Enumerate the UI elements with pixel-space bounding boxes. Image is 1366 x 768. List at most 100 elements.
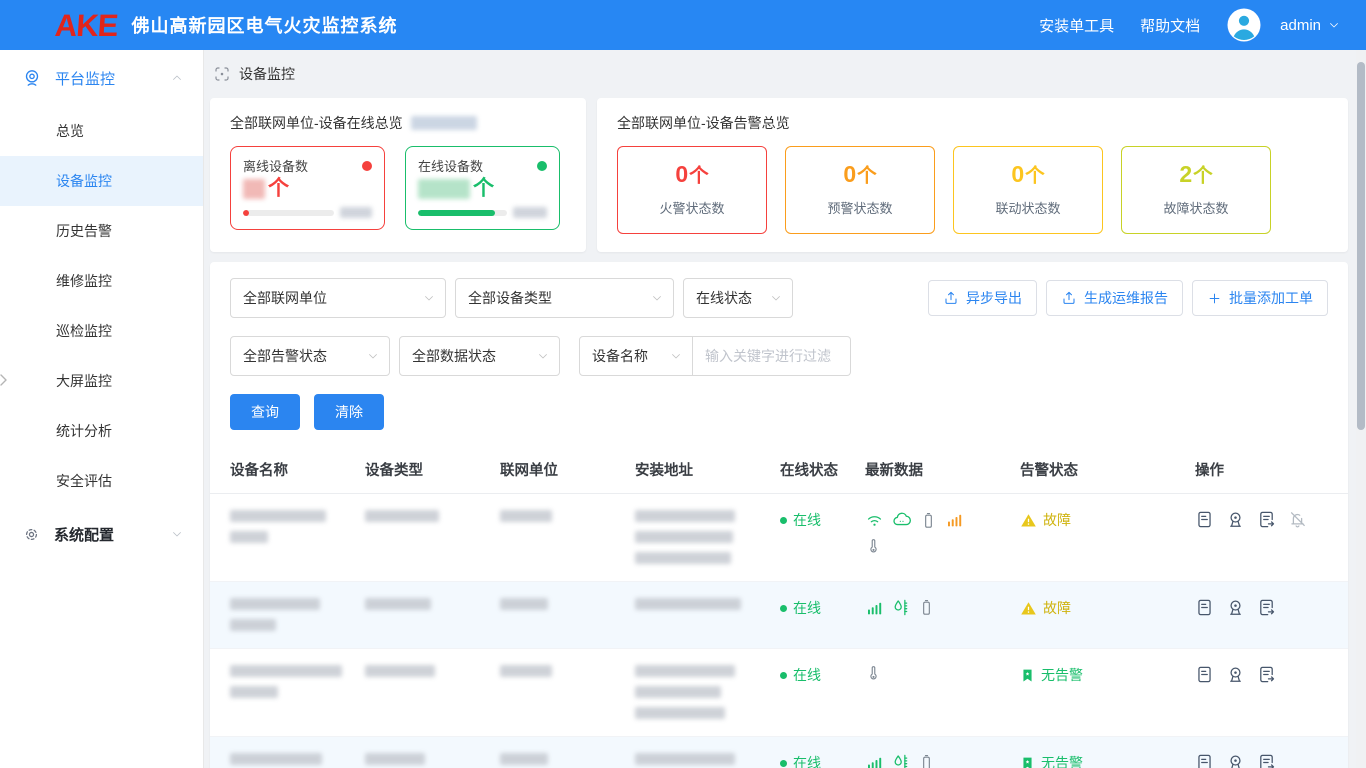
sidebar-item-4[interactable]: 维修监控 <box>0 256 203 306</box>
button-label: 异步导出 <box>966 288 1022 308</box>
chevron-down-icon <box>770 292 782 304</box>
redacted-text <box>365 665 435 677</box>
query-button[interactable]: 查询 <box>230 394 300 430</box>
camera-icon[interactable] <box>1226 753 1245 768</box>
async-export-button[interactable]: 异步导出 <box>928 280 1037 316</box>
cell-install-address <box>635 753 780 768</box>
document-icon[interactable] <box>1195 665 1214 684</box>
card-title-text: 全部联网单位-设备告警总览 <box>617 113 790 133</box>
select-alarm-status[interactable]: 全部告警状态 <box>230 336 390 376</box>
camera-icon[interactable] <box>1226 510 1245 529</box>
redacted-text <box>230 686 278 698</box>
table-row: 在线故障 <box>210 494 1348 582</box>
cell-network-unit <box>500 665 635 686</box>
cell-device-name <box>230 665 365 707</box>
online-status-dot <box>537 161 547 171</box>
sidebar-item-5[interactable]: 巡检监控 <box>0 306 203 356</box>
online-status-text: 在线 <box>793 665 821 685</box>
redacted-percent <box>513 207 547 218</box>
sidebar-item-2[interactable]: 设备监控 <box>0 156 203 206</box>
offline-device-stat-card: 离线设备数 个 <box>230 146 385 230</box>
generate-report-button[interactable]: 生成运维报告 <box>1046 280 1183 316</box>
chevron-down-icon <box>1328 19 1340 31</box>
alarm-status-text: 故障 <box>1043 598 1071 618</box>
alarm-stat-card-4: 2个故障状态数 <box>1121 146 1271 234</box>
workorder-icon[interactable] <box>1257 510 1276 529</box>
install-tool-link[interactable]: 安装单工具 <box>1039 15 1114 36</box>
sidebar-section-system-config[interactable]: 系统配置 <box>0 506 203 562</box>
redacted-text <box>635 686 721 698</box>
column-header: 联网单位 <box>500 459 635 480</box>
select-search-field[interactable]: 设备名称 <box>579 336 693 376</box>
cell-alarm-status: 故障 <box>1020 598 1195 618</box>
cell-device-type <box>365 598 500 619</box>
sidebar-item-8[interactable]: 安全评估 <box>0 456 203 506</box>
chevron-down-icon <box>423 292 435 304</box>
alarm-stat-value: 0个 <box>843 163 876 187</box>
document-icon[interactable] <box>1195 510 1214 529</box>
gear-icon <box>22 525 41 544</box>
bookmark-icon <box>1020 668 1035 683</box>
alarm-stat-value: 2个 <box>1179 163 1212 187</box>
batch-workorder-button[interactable]: 批量添加工单 <box>1192 280 1328 316</box>
redacted-text <box>635 510 735 522</box>
redacted-text <box>365 598 431 610</box>
sidebar-section-platform-monitor[interactable]: 平台监控 <box>0 50 203 106</box>
cell-device-name <box>230 598 365 640</box>
document-icon[interactable] <box>1195 598 1214 617</box>
select-data-status[interactable]: 全部数据状态 <box>399 336 560 376</box>
sidebar-item-6[interactable]: 大屏监控 <box>0 356 203 406</box>
alarm-stat-label: 联动状态数 <box>995 198 1060 217</box>
redacted-text <box>230 619 276 631</box>
cell-operations <box>1195 510 1328 529</box>
user-menu[interactable]: admin <box>1280 17 1340 34</box>
sidebar-collapse-handle[interactable] <box>0 374 7 386</box>
cell-alarm-status: 故障 <box>1020 510 1195 530</box>
camera-icon[interactable] <box>1226 598 1245 617</box>
cell-device-name <box>230 510 365 552</box>
cell-install-address <box>635 510 780 573</box>
select-online-status[interactable]: 在线状态 <box>683 278 793 318</box>
workorder-icon[interactable] <box>1257 753 1276 768</box>
workorder-icon[interactable] <box>1257 598 1276 617</box>
column-header: 设备类型 <box>365 459 500 480</box>
workorder-icon[interactable] <box>1257 665 1276 684</box>
sidebar-item-3[interactable]: 历史告警 <box>0 206 203 256</box>
redacted-text <box>230 598 320 610</box>
camera-icon[interactable] <box>1226 665 1245 684</box>
cell-online-status: 在线 <box>780 753 865 768</box>
logo: AKE <box>54 10 119 41</box>
document-icon[interactable] <box>1195 753 1214 768</box>
bell-off-icon[interactable] <box>1288 510 1307 529</box>
scrollbar-track[interactable] <box>1356 50 1366 768</box>
select-value: 全部联网单位 <box>243 288 327 308</box>
cell-latest-data <box>865 598 985 617</box>
help-doc-link[interactable]: 帮助文档 <box>1140 15 1200 36</box>
table-row: 在线无告警 <box>210 649 1348 737</box>
keyword-input[interactable] <box>693 336 851 376</box>
redacted-value <box>418 179 470 199</box>
device-table-card: 全部联网单位 全部设备类型 在线状态 异步导出 <box>210 262 1348 768</box>
sidebar-item-1[interactable]: 总览 <box>0 106 203 156</box>
select-network-unit[interactable]: 全部联网单位 <box>230 278 446 318</box>
cell-device-type <box>365 753 500 768</box>
cell-device-name <box>230 753 365 768</box>
select-device-type[interactable]: 全部设备类型 <box>455 278 674 318</box>
column-header: 最新数据 <box>865 459 1020 480</box>
cell-online-status: 在线 <box>780 665 865 685</box>
avatar[interactable] <box>1226 7 1262 43</box>
water-level-icon <box>891 598 910 617</box>
thermometer-icon <box>865 538 882 555</box>
alarm-stat-card-1: 0个火警状态数 <box>617 146 767 234</box>
redacted-text <box>230 531 268 543</box>
scrollbar-thumb[interactable] <box>1357 62 1365 430</box>
breadcrumb-label: 设备监控 <box>239 64 295 84</box>
chevron-down-icon <box>367 350 379 362</box>
redacted-text <box>411 116 477 130</box>
clear-button[interactable]: 清除 <box>314 394 384 430</box>
signal-bars-icon <box>865 599 883 617</box>
cloud-icon <box>892 510 912 530</box>
sidebar-item-7[interactable]: 统计分析 <box>0 406 203 456</box>
button-label: 生成运维报告 <box>1084 288 1168 308</box>
plus-icon <box>1207 291 1222 306</box>
